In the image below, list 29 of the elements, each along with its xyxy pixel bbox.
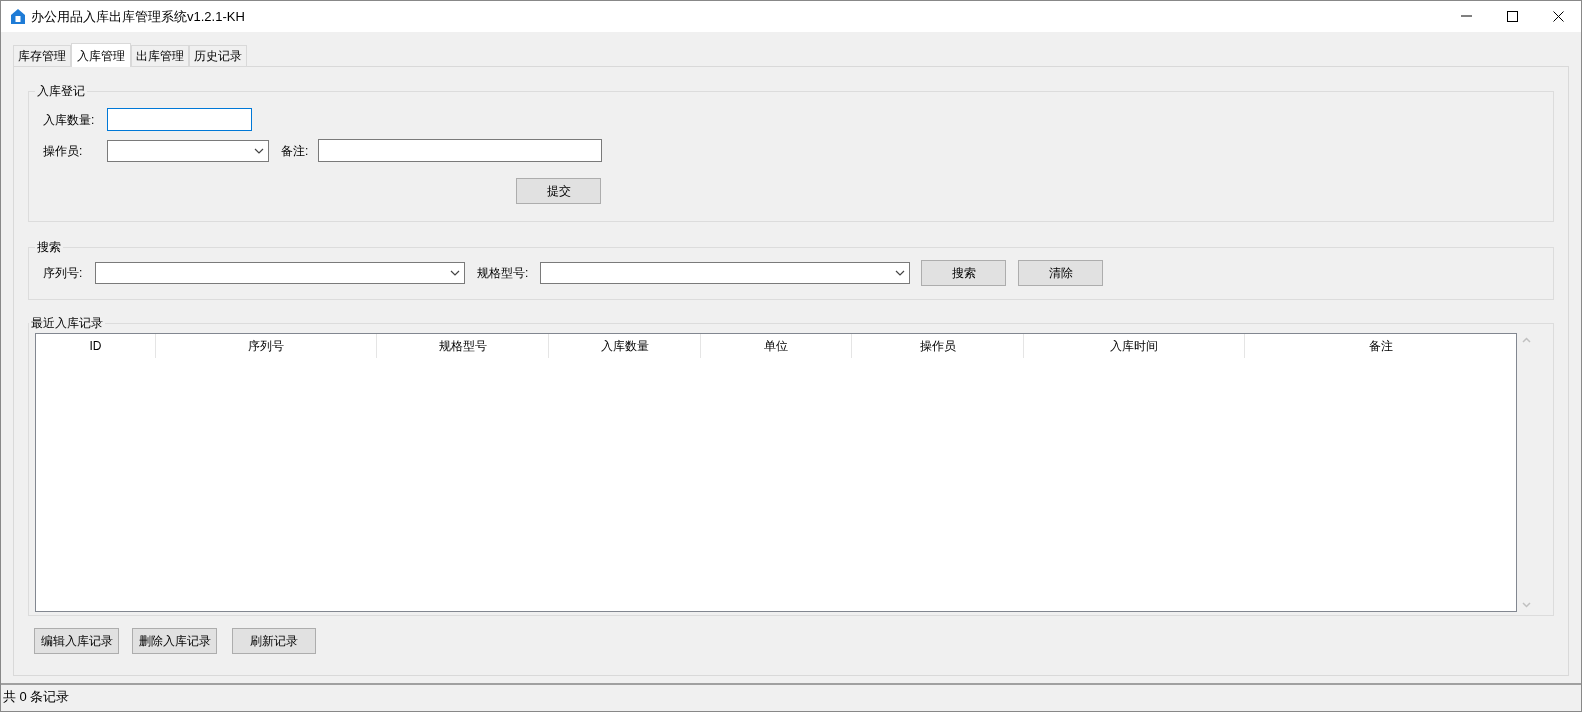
group-title: 最近入库记录 [30, 315, 104, 332]
input-field[interactable] [107, 108, 252, 131]
dropdown-field[interactable] [95, 262, 465, 284]
field-label: 入库数量: [43, 111, 96, 129]
button[interactable]: 编辑入库记录 [34, 628, 119, 654]
field-label: 规格型号: [477, 265, 530, 282]
input-field[interactable] [318, 139, 603, 162]
dropdown-field[interactable] [540, 262, 910, 284]
group-title: 搜索 [36, 239, 62, 256]
tab[interactable]: 入库管理 [71, 43, 131, 67]
field-label: 序列号: [43, 265, 84, 282]
status-text: 共 0 条记录 [3, 688, 70, 707]
field-label: 备注: [281, 142, 309, 160]
tab[interactable]: 库存管理 [13, 45, 71, 66]
button[interactable]: 刷新记录 [232, 628, 316, 654]
chevron-down-icon [895, 270, 905, 276]
field-label: 操作员: [43, 142, 84, 160]
tab[interactable]: 历史记录 [189, 45, 247, 66]
group-title: 入库登记 [36, 83, 86, 100]
button[interactable]: 提交 [516, 178, 601, 204]
app-icon [10, 8, 26, 25]
button[interactable]: 搜索 [921, 260, 1006, 286]
button[interactable]: 清除 [1018, 260, 1103, 286]
button[interactable]: 删除入库记录 [132, 628, 217, 654]
chevron-down-icon [450, 270, 460, 276]
tab[interactable]: 出库管理 [131, 45, 189, 66]
chevron-down-icon [254, 147, 264, 154]
window-title: 办公用品入库出库管理系统v1.2.1-KH [31, 7, 245, 26]
dropdown-field[interactable] [107, 139, 269, 162]
